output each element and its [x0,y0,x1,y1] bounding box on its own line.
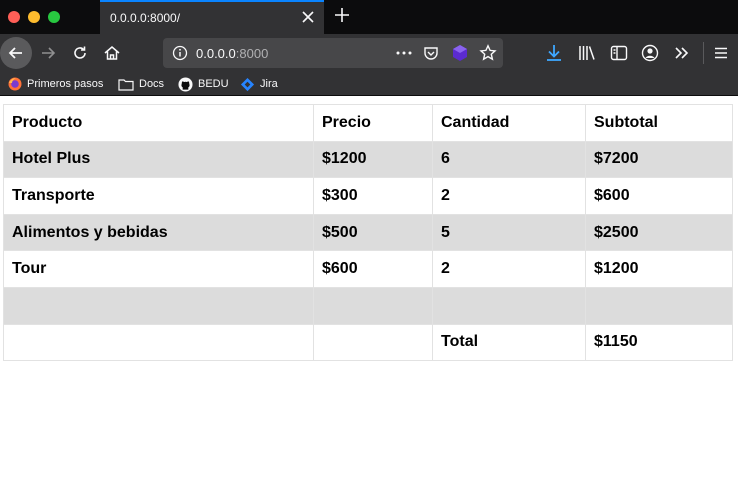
empty-cell [585,286,733,325]
header-cantidad: Cantidad [432,104,586,142]
account-icon[interactable] [640,43,660,63]
cell-cantidad: 2 [432,250,586,288]
home-icon [104,46,120,60]
window-maximize-button[interactable] [48,11,60,23]
tab-close-icon[interactable] [300,9,316,25]
bookmark-star-icon[interactable] [479,44,497,62]
bookmark-label: Jira [260,78,278,90]
overflow-menu-icon[interactable] [672,43,692,63]
folder-icon [118,78,134,91]
header-subtotal: Subtotal [585,104,733,142]
total-value: $1150 [585,323,733,362]
url-host: 0.0.0.0 [196,46,236,61]
cell-producto: Hotel Plus [3,140,314,179]
bookmark-bedu[interactable]: BEDU [178,75,229,93]
total-label: Total [432,323,586,362]
cell-cantidad: 6 [432,140,586,179]
cart-table: Producto Precio Cantidad Subtotal Hotel … [3,104,733,362]
cell-cantidad: 5 [432,213,586,252]
bookmarks-toolbar: Primeros pasos Docs BEDU Jira [0,72,738,96]
cell-subtotal: $1200 [585,250,733,288]
navigation-toolbar: 0.0.0.0:8000 [0,34,738,72]
site-info-icon[interactable] [172,45,188,61]
bookmark-label: Primeros pasos [27,78,104,90]
table-header-row: Producto Precio Cantidad Subtotal [3,104,733,142]
extension-icon[interactable] [451,44,469,62]
cell-precio: $600 [313,250,433,288]
window-close-button[interactable] [8,11,20,23]
pocket-icon[interactable] [423,45,439,61]
bookmark-docs[interactable]: Docs [118,75,164,93]
cell-subtotal: $7200 [585,140,733,179]
jira-icon [240,77,255,91]
back-button[interactable] [0,37,32,69]
cell-subtotal: $2500 [585,213,733,252]
page-actions-icon[interactable] [395,45,413,61]
sidebar-icon[interactable] [609,43,629,63]
total-row: Total $1150 [3,323,733,362]
empty-cell [3,286,314,325]
new-tab-icon[interactable] [334,7,350,23]
forward-arrow-icon [42,47,56,59]
empty-cell [3,323,314,362]
window-minimize-button[interactable] [28,11,40,23]
address-bar[interactable]: 0.0.0.0:8000 [163,38,503,68]
bookmark-label: Docs [139,78,165,90]
cell-precio: $300 [313,177,433,215]
empty-cell [432,286,586,325]
bookmark-label: BEDU [198,78,229,90]
header-precio: Precio [313,104,433,142]
empty-row [3,286,733,325]
tab-strip: 0.0.0.0:8000/ [0,0,738,34]
toolbar-separator [703,42,704,64]
reload-icon [74,46,86,59]
table-row: Hotel Plus $1200 6 $7200 [3,140,733,179]
library-icon[interactable] [577,43,597,63]
home-button[interactable] [97,38,127,68]
header-producto: Producto [3,104,314,142]
tab-active[interactable]: 0.0.0.0:8000/ [100,0,324,34]
reload-button[interactable] [65,38,95,68]
back-arrow-icon [8,47,22,59]
table-row: Alimentos y bebidas $500 5 $2500 [3,213,733,252]
github-icon [178,76,193,92]
cell-producto: Tour [3,250,314,288]
page-content: Producto Precio Cantidad Subtotal Hotel … [0,96,738,495]
hamburger-menu-icon[interactable] [711,43,731,63]
downloads-icon[interactable] [544,43,564,63]
bookmark-jira[interactable]: Jira [240,75,278,93]
firefox-icon [8,77,22,91]
tab-title: 0.0.0.0:8000/ [110,11,181,25]
cell-producto: Transporte [3,177,314,215]
empty-cell [313,323,433,362]
cell-subtotal: $600 [585,177,733,215]
cell-producto: Alimentos y bebidas [3,213,314,252]
cell-precio: $500 [313,213,433,252]
empty-cell [313,286,433,325]
table-row: Tour $600 2 $1200 [3,250,733,288]
url-text[interactable]: 0.0.0.0:8000 [196,46,268,61]
bookmark-primeros-pasos[interactable]: Primeros pasos [8,75,103,93]
table-row: Transporte $300 2 $600 [3,177,733,215]
cell-cantidad: 2 [432,177,586,215]
url-port: :8000 [235,46,269,61]
cell-precio: $1200 [313,140,433,179]
forward-button[interactable] [33,38,63,68]
